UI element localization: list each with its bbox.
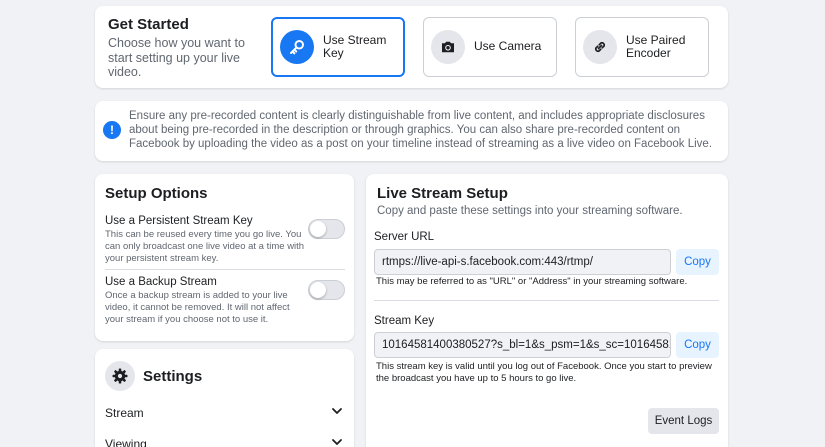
copy-server-url-button[interactable]: Copy	[676, 249, 719, 275]
live-stream-setup-title: Live Stream Setup	[377, 185, 508, 202]
divider	[374, 300, 719, 301]
divider	[105, 269, 345, 270]
settings-row-label: Stream	[105, 405, 144, 420]
use-camera-label: Use Camera	[474, 39, 542, 54]
event-logs-button[interactable]: Event Logs	[648, 408, 719, 434]
live-stream-setup-subtitle: Copy and paste these settings into your …	[377, 205, 683, 217]
use-stream-key-label: Use Stream Key	[323, 32, 387, 60]
key-icon	[280, 30, 314, 64]
use-camera-button[interactable]: Use Camera	[423, 17, 557, 77]
server-url-field[interactable]: rtmps://live-api-s.facebook.com:443/rtmp…	[374, 249, 671, 275]
notice-text: Ensure any pre-recorded content is clear…	[129, 110, 713, 150]
stream-key-help: This stream key is valid until you log o…	[376, 361, 712, 384]
use-paired-encoder-label: Use Paired Encoder	[626, 32, 686, 60]
toggle-knob	[310, 282, 326, 298]
stream-key-field[interactable]: 10164581400380527?s_bl=1&s_psm=1&s_sc=10…	[374, 332, 671, 358]
settings-header: Settings	[105, 361, 202, 391]
server-url-help: This may be referred to as "URL" or "Add…	[376, 276, 688, 287]
backup-stream-desc: Once a backup stream is added to your li…	[105, 290, 290, 325]
gear-icon	[105, 361, 135, 391]
settings-row-stream[interactable]: Stream	[105, 405, 343, 420]
settings-row-label: Viewing	[105, 436, 147, 447]
link-icon	[583, 30, 617, 64]
toggle-knob	[310, 221, 326, 237]
persistent-key-toggle[interactable]	[308, 219, 345, 239]
settings-row-viewing[interactable]: Viewing	[105, 436, 343, 447]
info-icon: !	[103, 121, 121, 139]
pre-recorded-notice: ! Ensure any pre-recorded content is cle…	[95, 101, 728, 161]
stream-key-label: Stream Key	[374, 315, 435, 327]
get-started-title: Get Started	[108, 16, 189, 33]
get-started-card: Get Started Choose how you want to start…	[95, 6, 728, 88]
persistent-key-desc: This can be reused every time you go liv…	[105, 229, 305, 264]
use-paired-encoder-button[interactable]: Use Paired Encoder	[575, 17, 709, 77]
use-stream-key-button[interactable]: Use Stream Key	[271, 17, 405, 77]
setup-options-title: Setup Options	[105, 185, 208, 202]
backup-stream-option: Use a Backup Stream Once a backup stream…	[105, 276, 345, 326]
backup-stream-toggle[interactable]	[308, 280, 345, 300]
copy-stream-key-button[interactable]: Copy	[676, 332, 719, 358]
chevron-down-icon	[331, 436, 343, 447]
live-stream-setup-card: Live Stream Setup Copy and paste these s…	[366, 174, 728, 447]
persistent-key-option: Use a Persistent Stream Key This can be …	[105, 215, 345, 265]
settings-title: Settings	[143, 367, 203, 385]
camera-icon	[431, 30, 465, 64]
server-url-label: Server URL	[374, 231, 435, 243]
chevron-down-icon	[331, 405, 343, 420]
get-started-subtitle: Choose how you want to start setting up …	[108, 36, 245, 79]
setup-options-card: Setup Options Use a Persistent Stream Ke…	[95, 174, 354, 341]
settings-card: Settings Stream Viewing	[95, 349, 354, 447]
